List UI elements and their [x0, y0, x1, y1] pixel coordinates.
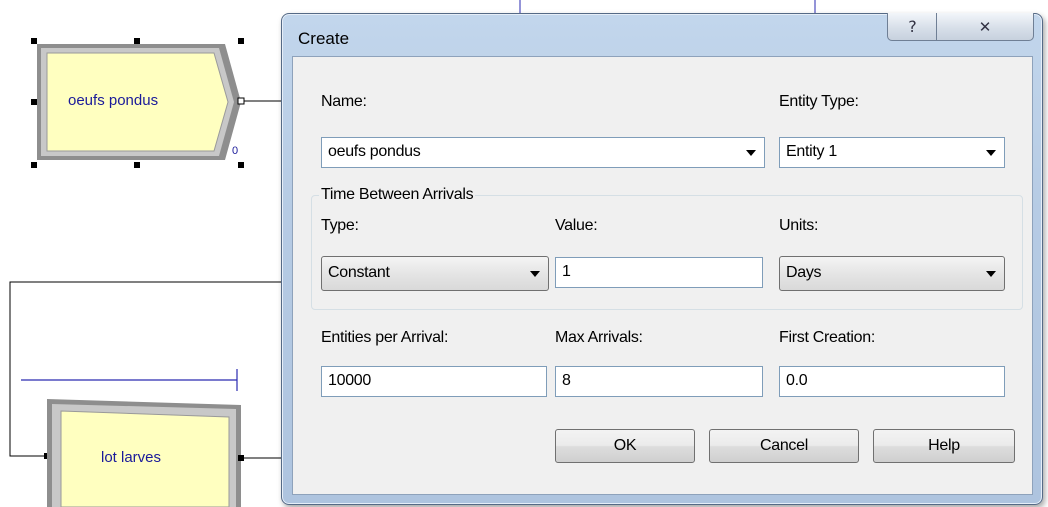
max-arrivals-label: Max Arrivals: [555, 329, 643, 346]
units-label: Units: [779, 217, 819, 234]
cancel-label: Cancel [759, 437, 808, 454]
chevron-down-icon[interactable] [746, 150, 756, 156]
connector-count: 0 [232, 145, 239, 157]
close-button[interactable]: ✕ [936, 13, 1034, 41]
entity-type-value: Entity 1 [786, 143, 837, 160]
module-label: oeufs pondus [68, 92, 159, 109]
first-creation-value: 0.0 [786, 372, 808, 389]
help-label: Help [928, 437, 960, 454]
value-label: Value: [555, 217, 598, 234]
time-between-arrivals-group [311, 195, 1023, 310]
create-dialog: Create ? ✕ Name: Entity Type: oeufs pond… [281, 13, 1043, 505]
dialog-client-area: Name: Entity Type: oeufs pondus Entity 1… [292, 56, 1033, 495]
entities-per-arrival-label: Entities per Arrival: [321, 329, 449, 346]
first-creation-label: First Creation: [779, 329, 875, 346]
max-arrivals-input[interactable]: 8 [555, 366, 763, 397]
selection-handle[interactable] [238, 38, 244, 44]
entity-type-label: Entity Type: [779, 93, 859, 110]
selection-handle[interactable] [31, 38, 37, 44]
first-creation-input[interactable]: 0.0 [779, 366, 1005, 397]
value-input[interactable]: 1 [555, 257, 763, 288]
close-icon: ✕ [978, 17, 992, 36]
selection-handle[interactable] [31, 162, 37, 168]
group-title: Time Between Arrivals [319, 186, 476, 204]
type-label: Type: [321, 217, 359, 234]
selection-handle[interactable] [134, 38, 140, 44]
units-select[interactable]: Days [779, 256, 1005, 291]
exit-point[interactable] [238, 455, 244, 461]
help-icon: ? [908, 17, 917, 36]
name-combo[interactable]: oeufs pondus [321, 137, 765, 168]
entity-type-combo[interactable]: Entity 1 [779, 137, 1005, 168]
name-value: oeufs pondus [328, 143, 421, 160]
help-button[interactable]: Help [873, 429, 1015, 463]
entities-per-arrival-value: 10000 [328, 372, 371, 389]
cancel-button[interactable]: Cancel [709, 429, 859, 463]
max-arrivals-value: 8 [562, 372, 571, 389]
ok-label: OK [613, 437, 637, 454]
module-label: lot larves [101, 449, 162, 466]
ok-button[interactable]: OK [555, 429, 695, 463]
type-select[interactable]: Constant [321, 256, 549, 291]
units-value: Days [786, 264, 822, 281]
type-value: Constant [328, 264, 390, 281]
value-value: 1 [562, 263, 571, 280]
selection-handle[interactable] [31, 99, 37, 105]
chevron-down-icon[interactable] [986, 271, 996, 277]
help-title-button[interactable]: ? [887, 13, 938, 41]
selection-handle[interactable] [134, 162, 140, 168]
chevron-down-icon[interactable] [530, 271, 540, 277]
selection-handle[interactable] [238, 162, 244, 168]
exit-point[interactable] [237, 97, 245, 105]
name-label: Name: [321, 93, 367, 110]
dialog-title: Create [298, 29, 350, 48]
chevron-down-icon[interactable] [986, 150, 996, 156]
entities-per-arrival-input[interactable]: 10000 [321, 366, 547, 397]
